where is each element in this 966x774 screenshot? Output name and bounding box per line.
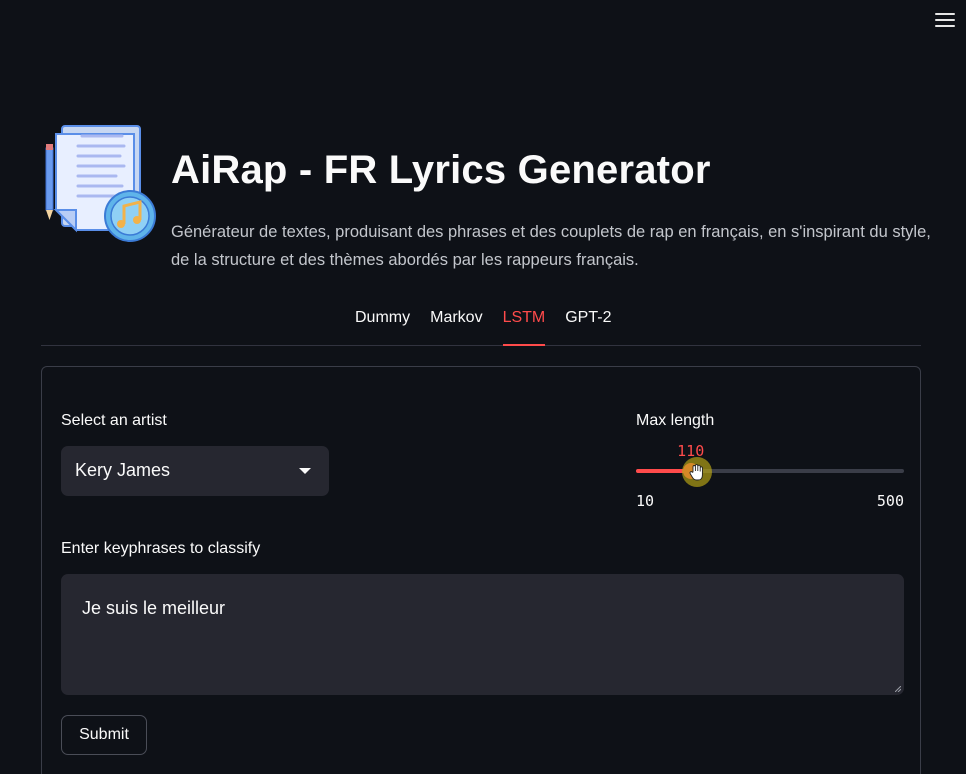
max-length-min: 10 [636,492,655,510]
main-menu-button[interactable] [934,10,956,30]
submit-button[interactable]: Submit [61,715,147,755]
resize-handle-icon[interactable] [895,686,901,692]
keyphrases-textarea[interactable]: Je suis le meilleur [61,574,904,695]
tab-dummy[interactable]: Dummy [345,302,420,345]
tab-gpt2[interactable]: GPT-2 [555,302,621,345]
hand-cursor-icon [689,464,703,481]
keyphrases-value: Je suis le meilleur [82,598,226,618]
max-length-max: 500 [876,492,904,510]
tab-list: Dummy Markov LSTM GPT-2 [345,302,621,346]
chevron-down-icon [299,468,311,474]
model-tabs: Dummy Markov LSTM GPT-2 [41,302,921,346]
artist-select[interactable]: Kery James [61,446,329,496]
tab-markov[interactable]: Markov [420,302,492,345]
artist-select-label: Select an artist [61,412,167,429]
page-subtitle: Générateur de textes, produisant des phr… [171,223,931,269]
tab-lstm[interactable]: LSTM [493,302,556,346]
hamburger-menu-icon [935,13,955,15]
max-length-slider[interactable] [636,457,904,487]
keyphrases-label: Enter keyphrases to classify [61,540,261,557]
max-length-label: Max length [636,412,715,429]
artist-select-value: Kery James [75,460,171,480]
lyrics-document-music-note-icon [45,125,156,242]
page-title: AiRap - FR Lyrics Generator [171,148,711,192]
generator-form: Select an artist Kery James Max length 1… [41,366,921,774]
